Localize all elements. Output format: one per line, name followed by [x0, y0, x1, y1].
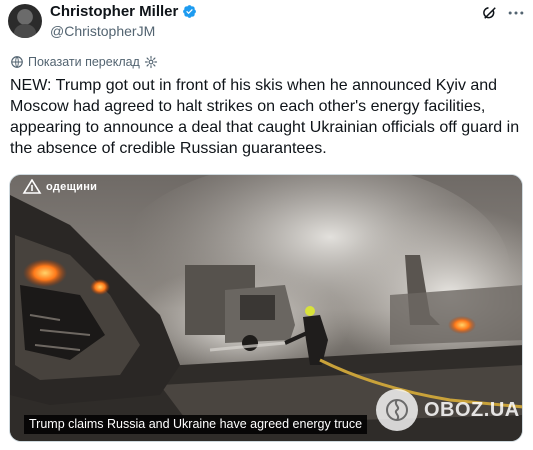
- translate-link[interactable]: Показати переклад: [28, 55, 140, 69]
- grok-icon[interactable]: [481, 4, 499, 22]
- tweet-media[interactable]: одещини OBOZ.UA Trump claims Russia and …: [9, 174, 523, 442]
- author-name-row: Christopher Miller: [50, 3, 197, 20]
- watermark-text: OBOZ.UA: [424, 398, 520, 421]
- translate-row: Показати переклад: [10, 55, 158, 69]
- more-icon[interactable]: [506, 3, 526, 23]
- author-name[interactable]: Christopher Miller: [50, 3, 178, 20]
- verified-badge-icon: [183, 5, 197, 18]
- emblem-icon: [22, 179, 42, 194]
- watermark: OBOZ.UA: [376, 389, 520, 431]
- channel-logo: одещини: [22, 179, 97, 195]
- avatar[interactable]: [8, 4, 42, 38]
- tweet-text: NEW: Trump got out in front of his skis …: [10, 77, 520, 157]
- media-caption: Trump claims Russia and Ukraine have agr…: [24, 415, 368, 434]
- channel-logo-text: одещини: [46, 181, 98, 193]
- author-handle[interactable]: @ChristopherJM: [50, 23, 155, 39]
- gear-icon[interactable]: [144, 55, 158, 69]
- tweet-header: Christopher Miller @ChristopherJM: [0, 0, 533, 46]
- globe-icon: [11, 56, 23, 68]
- watermark-emblem-icon: [376, 389, 418, 431]
